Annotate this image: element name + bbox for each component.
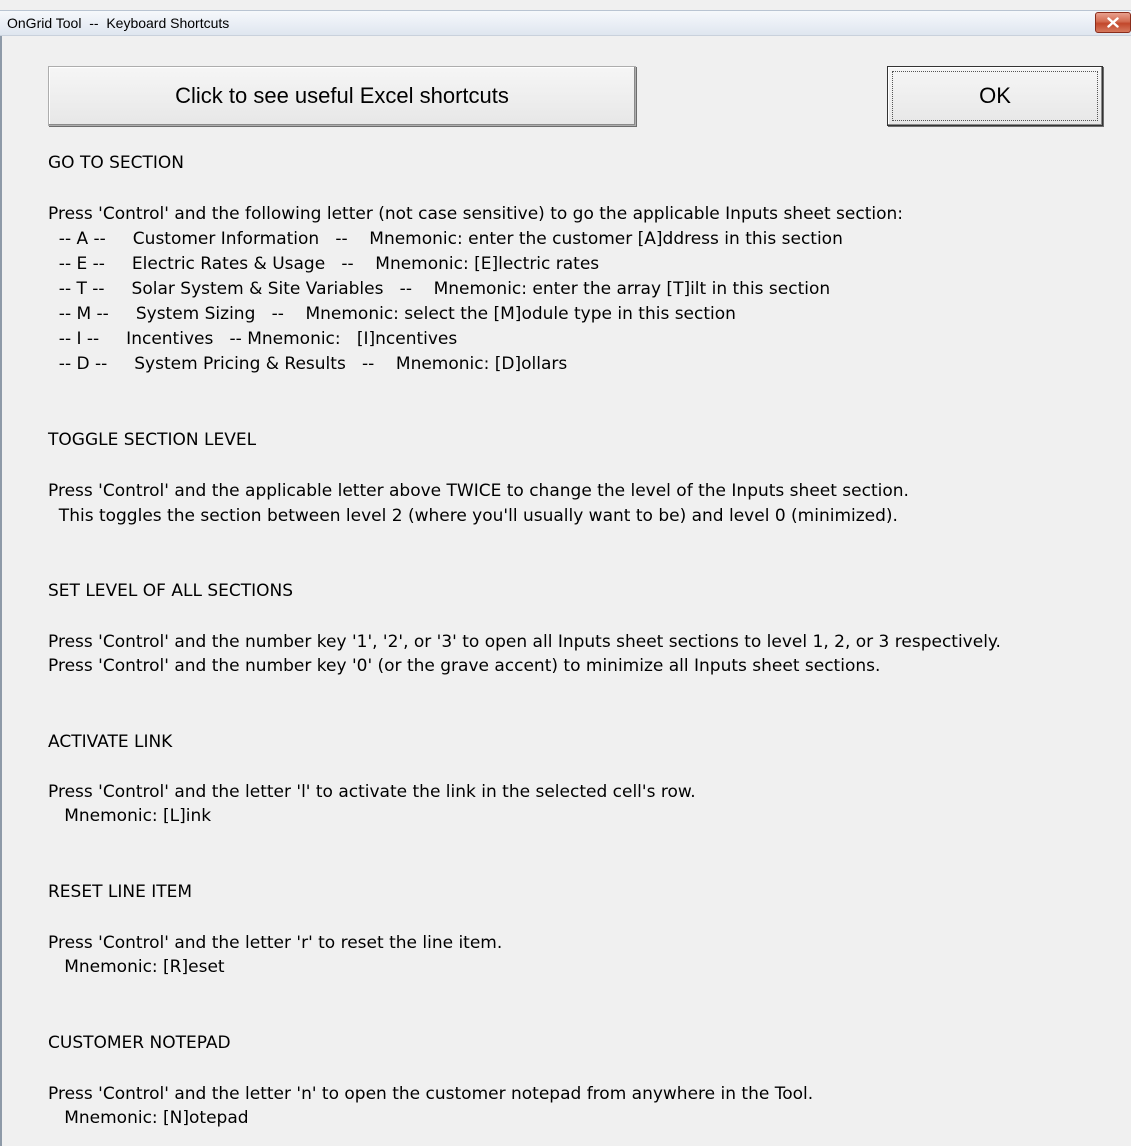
- ok-button[interactable]: OK: [887, 66, 1103, 126]
- reset-line-item-line-1: Press 'Control' and the letter 'r' to re…: [48, 933, 503, 953]
- close-button[interactable]: [1095, 12, 1131, 33]
- window-title: OnGrid Tool -- Keyboard Shortcuts: [7, 15, 230, 31]
- title-bar: OnGrid Tool -- Keyboard Shortcuts: [0, 10, 1131, 36]
- goto-item-a: -- A -- Customer Information -- Mnemonic…: [48, 229, 843, 249]
- goto-item-i: -- I -- Incentives -- Mnemonic: [I]ncent…: [48, 329, 458, 349]
- goto-item-d: -- D -- System Pricing & Results -- Mnem…: [48, 354, 568, 374]
- ok-button-label: OK: [979, 83, 1011, 108]
- set-level-heading: SET LEVEL OF ALL SECTIONS: [48, 581, 294, 601]
- excel-shortcuts-button-label: Click to see useful Excel shortcuts: [175, 83, 509, 108]
- goto-item-e: -- E -- Electric Rates & Usage -- Mnemon…: [48, 254, 600, 274]
- toggle-section-heading: TOGGLE SECTION LEVEL: [48, 430, 257, 450]
- toggle-line-2: This toggles the section between level 2…: [48, 506, 898, 526]
- goto-item-m: -- M -- System Sizing -- Mnemonic: selec…: [48, 304, 736, 324]
- set-level-line-1: Press 'Control' and the number key '1', …: [48, 632, 1001, 652]
- customer-notepad-mnemonic: Mnemonic: [N]otepad: [48, 1108, 249, 1128]
- dialog-window: OnGrid Tool -- Keyboard Shortcuts Click …: [0, 0, 1131, 1146]
- close-icon: [1107, 17, 1119, 28]
- toggle-line-1: Press 'Control' and the applicable lette…: [48, 481, 909, 501]
- customer-notepad-heading: CUSTOMER NOTEPAD: [48, 1033, 231, 1053]
- reset-line-item-mnemonic: Mnemonic: [R]eset: [48, 957, 225, 977]
- reset-line-item-heading: RESET LINE ITEM: [48, 882, 193, 902]
- set-level-line-2: Press 'Control' and the number key '0' (…: [48, 656, 881, 676]
- window-left-border: [0, 36, 2, 1146]
- goto-section-intro: Press 'Control' and the following letter…: [48, 204, 904, 224]
- activate-link-line-1: Press 'Control' and the letter 'l' to ac…: [48, 782, 696, 802]
- activate-link-mnemonic: Mnemonic: [L]ink: [48, 806, 212, 826]
- excel-shortcuts-button[interactable]: Click to see useful Excel shortcuts: [48, 66, 636, 126]
- activate-link-heading: ACTIVATE LINK: [48, 732, 173, 752]
- goto-item-t: -- T -- Solar System & Site Variables --…: [48, 279, 831, 299]
- customer-notepad-line-1: Press 'Control' and the letter 'n' to op…: [48, 1084, 814, 1104]
- goto-section-heading: GO TO SECTION: [48, 153, 185, 173]
